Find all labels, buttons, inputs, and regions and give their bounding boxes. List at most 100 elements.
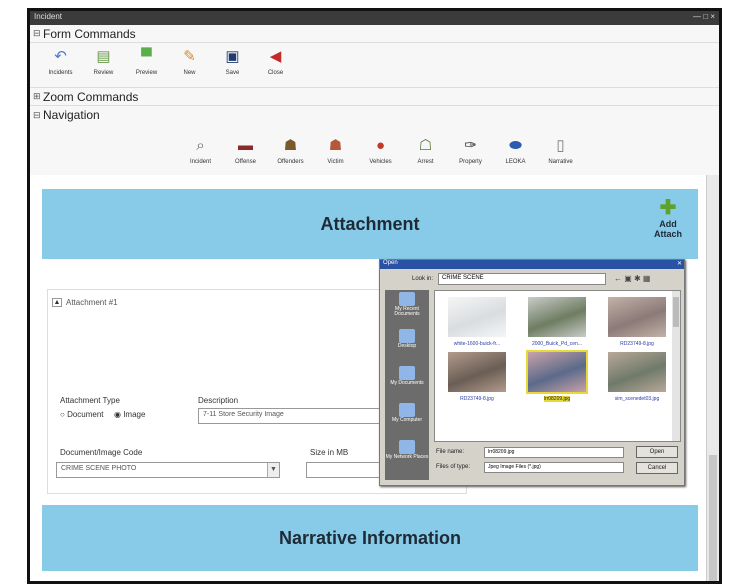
open-button[interactable]: Open <box>636 446 678 458</box>
cancel-button[interactable]: Cancel <box>636 462 678 474</box>
file-name: 2000_Buick_Pd_cen... <box>531 341 583 347</box>
nav-arrest-button[interactable]: ☖ Arrest <box>403 124 448 181</box>
arrest-icon: ☖ <box>418 137 433 154</box>
file-thumbnail <box>526 350 588 394</box>
cmd-new-button[interactable]: ✎ New <box>169 43 210 76</box>
cmd-save-label: Save <box>225 70 240 76</box>
dialog-toolbar-icons[interactable]: ← ▣ ✱ ▦ <box>614 274 651 283</box>
cmd-incidents-button[interactable]: ↶ Incidents <box>40 43 81 76</box>
open-file-dialog: Open ✕ Look in: CRIME SCENE ← ▣ ✱ ▦ My R… <box>379 259 685 486</box>
description-input[interactable]: 7-11 Store Security Image <box>198 408 388 424</box>
nav-incident-label: Incident <box>189 159 211 165</box>
file-list-scrollbar[interactable] <box>672 291 680 441</box>
title-bar: Incident — □ × <box>30 11 719 25</box>
expand-icon[interactable]: ⊞ <box>33 91 43 102</box>
file-name-input[interactable]: lrr08209.jpg <box>484 447 624 458</box>
nav-property-button[interactable]: ✑ Property <box>448 124 493 181</box>
navigation-toolbar: ⌕ Incident ▬ Offense ☗ Offenders ☗ Victim ● Vehic… <box>30 124 719 182</box>
file-item[interactable]: white-1600-buick-fr... <box>441 297 513 347</box>
nav-narrative-button[interactable]: ▯ Narrative <box>538 124 583 181</box>
my-documents-icon <box>399 366 415 380</box>
cmd-preview-button[interactable]: ▀ Preview <box>126 43 167 76</box>
file-item[interactable]: RD23749-8.jpg <box>441 352 513 402</box>
cmd-save-button[interactable]: ▣ Save <box>212 43 253 76</box>
file-item[interactable]: lrr08209.jpg <box>521 350 593 402</box>
radio-image[interactable]: ◉ Image <box>114 410 145 419</box>
place-network-places[interactable]: My Network Places <box>385 438 429 475</box>
nav-victim-button[interactable]: ☗ Victim <box>313 124 358 181</box>
form-commands-toolbar: ↶ Incidents ▤ Review ▀ Preview ✎ New ▣ Save ◀ Close <box>30 43 719 88</box>
main-scrollbar[interactable] <box>706 175 719 581</box>
file-item[interactable]: 2000_Buick_Pd_cen... <box>521 297 593 347</box>
file-thumbnail <box>528 297 586 337</box>
size-label: Size in MB <box>310 448 349 457</box>
file-thumbnail <box>448 297 506 337</box>
nav-leoka-button[interactable]: ⬬ LEOKA <box>493 124 538 181</box>
place-label: My Documents <box>390 380 424 386</box>
place-label: My Recent Documents <box>394 306 420 317</box>
cmd-preview-label: Preview <box>135 70 158 76</box>
nav-vehicles-label: Vehicles <box>369 159 392 165</box>
file-name: white-1600-buick-fr... <box>453 341 501 347</box>
file-list-scroll-thumb[interactable] <box>673 297 679 327</box>
victim-icon: ☗ <box>328 137 343 154</box>
zoom-commands-header[interactable]: ⊞ Zoom Commands <box>30 88 719 106</box>
place-desktop[interactable]: Desktop <box>385 327 429 364</box>
cmd-new-label: New <box>183 70 196 76</box>
nav-incident-button[interactable]: ⌕ Incident <box>178 124 223 181</box>
file-type-label: Files of type: <box>436 464 471 470</box>
attachment-banner-title: Attachment <box>320 213 420 234</box>
magnifier-icon: ⌕ <box>196 137 205 154</box>
place-my-documents[interactable]: My Documents <box>385 364 429 401</box>
scrollbar-thumb[interactable] <box>709 455 717 581</box>
nav-vehicles-button[interactable]: ● Vehicles <box>358 124 403 181</box>
cmd-review-button[interactable]: ▤ Review <box>83 43 124 76</box>
dropdown-arrow-icon[interactable]: ▼ <box>267 463 279 477</box>
collapse-icon[interactable]: ⊟ <box>33 28 43 39</box>
new-document-icon: ✎ <box>183 48 196 65</box>
file-list: white-1600-buick-fr... 2000_Buick_Pd_cen.… <box>434 290 681 442</box>
look-in-value: CRIME SCENE <box>442 275 484 281</box>
nav-arrest-label: Arrest <box>417 159 434 165</box>
navigation-header[interactable]: ⊟ Navigation <box>30 106 719 124</box>
nav-offenders-label: Offenders <box>277 159 304 165</box>
radio-document-label: Document <box>67 410 104 419</box>
attachment-type-label: Attachment Type <box>60 396 120 405</box>
collapse-item-icon[interactable]: ▲ <box>52 298 62 307</box>
form-commands-header[interactable]: ⊟ Form Commands <box>30 25 719 43</box>
form-commands-title: Form Commands <box>43 26 136 41</box>
file-name: sim_scenedet03.jpg <box>614 396 660 402</box>
cmd-close-button[interactable]: ◀ Close <box>255 43 296 76</box>
image-code-select[interactable]: CRIME SCENE PHOTO ▼ <box>56 462 280 478</box>
image-code-label: Document/Image Code <box>60 448 143 457</box>
window-controls[interactable]: — □ × <box>693 12 715 21</box>
nav-offenders-button[interactable]: ☗ Offenders <box>268 124 313 181</box>
place-label: My Computer <box>391 417 422 423</box>
nav-victim-label: Victim <box>327 159 344 165</box>
cmd-review-label: Review <box>93 70 114 76</box>
places-bar: My Recent Documents Desktop My Documents My… <box>385 290 429 480</box>
collapse-icon[interactable]: ⊟ <box>33 110 43 121</box>
nav-narrative-label: Narrative <box>548 159 573 165</box>
file-type-select[interactable]: Jpeg Image Files (*.jpg) <box>484 462 624 473</box>
nav-offense-button[interactable]: ▬ Offense <box>223 124 268 181</box>
cmd-close-label: Close <box>267 70 284 76</box>
add-attach-button[interactable]: ✚ Add Attach <box>648 197 688 239</box>
undo-arrow-icon: ↶ <box>54 48 67 65</box>
attachment-item-header[interactable]: ▲ Attachment #1 <box>52 298 118 307</box>
gun-icon: ▬ <box>238 137 253 154</box>
look-in-select[interactable]: CRIME SCENE <box>438 273 606 285</box>
nav-property-label: Property <box>459 159 482 165</box>
file-item[interactable]: RD23749-8.jpg <box>601 297 673 347</box>
attachment-banner: Attachment ✚ Add Attach <box>42 189 698 259</box>
offenders-icon: ☗ <box>283 137 298 154</box>
file-thumbnail <box>608 297 666 337</box>
place-recent-documents[interactable]: My Recent Documents <box>385 290 429 327</box>
file-item[interactable]: sim_scenedet03.jpg <box>601 352 673 402</box>
radio-document[interactable]: ○ Document <box>60 410 104 419</box>
dialog-close-icon[interactable]: ✕ <box>677 260 682 267</box>
app-window: Incident — □ × ⊟ Form Commands ↶ Incident… <box>27 8 722 584</box>
zoom-commands-title: Zoom Commands <box>43 89 139 104</box>
description-label: Description <box>198 396 239 405</box>
place-my-computer[interactable]: My Computer <box>385 401 429 438</box>
